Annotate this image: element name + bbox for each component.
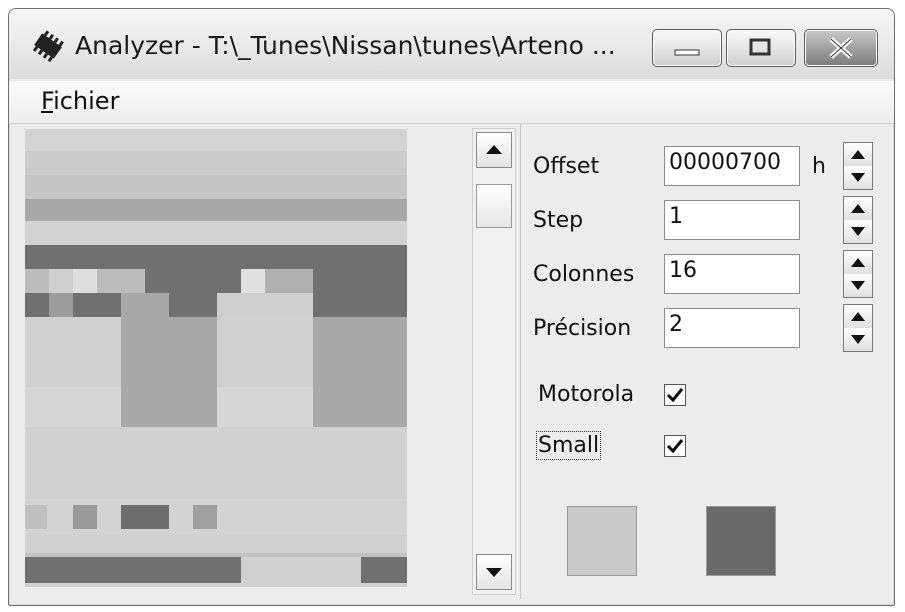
spin-down-button[interactable] — [844, 166, 872, 189]
precision-field[interactable]: 2 — [664, 308, 800, 348]
heatmap-cell — [121, 317, 217, 387]
arrow-up-icon — [851, 258, 865, 267]
heatmap-cell — [313, 387, 407, 427]
maximize-button[interactable] — [726, 29, 796, 67]
scroll-thumb[interactable] — [476, 184, 512, 228]
spin-down-button[interactable] — [844, 220, 872, 243]
heatmap-cell — [265, 269, 313, 293]
minimize-button[interactable] — [652, 29, 722, 67]
arrow-up-icon — [851, 150, 865, 159]
arrow-up-icon — [851, 312, 865, 321]
arrow-down-icon — [486, 568, 502, 577]
window-title: Analyzer - T:\_Tunes\Nissan\tunes\Arteno… — [75, 31, 616, 60]
precision-label: Précision — [533, 316, 632, 341]
heatmap-cell — [25, 245, 407, 269]
heatmap-cell — [49, 293, 73, 317]
heatmap-cell — [241, 557, 361, 583]
heatmap-cell — [241, 269, 265, 293]
menu-label: ichier — [53, 87, 120, 115]
colonnes-field[interactable]: 16 — [664, 254, 800, 294]
step-label: Step — [533, 208, 584, 233]
arrow-down-icon — [851, 173, 865, 182]
menu-bar: Fichier — [9, 81, 894, 124]
vertical-scrollbar[interactable] — [472, 128, 516, 595]
small-checkbox[interactable] — [664, 435, 686, 457]
offset-label: Offset — [533, 154, 600, 179]
minimize-icon — [674, 49, 700, 56]
heatmap-cell — [25, 129, 407, 151]
menu-mnemonic: F — [41, 87, 54, 115]
settings-panel: Offset 00000700 h Step 1 Colonnes 16 Pré… — [520, 124, 887, 599]
heatmap-cell — [217, 293, 313, 317]
heatmap-cell — [25, 221, 407, 245]
spin-up-button[interactable] — [844, 251, 872, 275]
heatmap-cell — [313, 269, 407, 293]
heatmap-cell — [25, 505, 47, 529]
arrow-down-icon — [851, 227, 865, 236]
maximize-icon — [749, 38, 771, 56]
chip-icon — [32, 30, 64, 63]
title-bar[interactable]: Analyzer - T:\_Tunes\Nissan\tunes\Arteno… — [9, 9, 894, 79]
heatmap-cell — [313, 317, 407, 387]
close-button[interactable] — [804, 29, 878, 67]
heatmap-cell — [121, 505, 169, 529]
heatmap-cell — [73, 269, 97, 293]
checkmark-icon — [666, 388, 684, 403]
close-icon — [829, 37, 853, 59]
heatmap-cell — [25, 151, 407, 175]
heatmap-cell — [49, 269, 73, 293]
spin-up-button[interactable] — [844, 197, 872, 221]
low-color-swatch[interactable] — [567, 506, 637, 576]
spin-up-button[interactable] — [844, 305, 872, 329]
precision-spinner[interactable] — [843, 304, 873, 352]
heatmap-cell — [25, 557, 241, 583]
spin-down-button[interactable] — [844, 274, 872, 297]
heatmap-cell — [73, 505, 97, 529]
motorola-label: Motorola — [538, 382, 635, 407]
arrow-up-icon — [486, 145, 502, 154]
checkmark-icon — [666, 439, 684, 454]
menu-fichier[interactable]: Fichier — [41, 87, 119, 115]
heatmap-view[interactable] — [25, 129, 407, 587]
spin-up-button[interactable] — [844, 143, 872, 167]
heatmap-cell — [145, 269, 241, 293]
high-color-swatch[interactable] — [706, 506, 776, 576]
scroll-up-button[interactable] — [476, 132, 512, 168]
heatmap-cell — [121, 387, 217, 427]
analyzer-window: Analyzer - T:\_Tunes\Nissan\tunes\Arteno… — [8, 8, 895, 606]
heatmap-cell — [25, 293, 407, 317]
colonnes-label: Colonnes — [533, 262, 635, 287]
offset-field[interactable]: 00000700 — [664, 146, 800, 186]
heatmap-cell — [25, 175, 407, 199]
step-spinner[interactable] — [843, 196, 873, 244]
arrow-down-icon — [851, 281, 865, 290]
arrow-up-icon — [851, 204, 865, 213]
heatmap-cell — [361, 557, 407, 583]
scroll-down-button[interactable] — [476, 554, 512, 590]
heatmap-cell — [25, 199, 407, 221]
arrow-down-icon — [851, 335, 865, 344]
step-field[interactable]: 1 — [664, 200, 800, 240]
colonnes-spinner[interactable] — [843, 250, 873, 298]
spin-down-button[interactable] — [844, 328, 872, 351]
offset-unit: h — [812, 154, 826, 179]
heatmap-cell — [121, 293, 169, 317]
heatmap-cell — [193, 505, 217, 529]
offset-spinner[interactable] — [843, 142, 873, 190]
client-area: Offset 00000700 h Step 1 Colonnes 16 Pré… — [17, 124, 887, 599]
small-label: Small — [535, 431, 602, 460]
motorola-checkbox[interactable] — [664, 384, 686, 406]
